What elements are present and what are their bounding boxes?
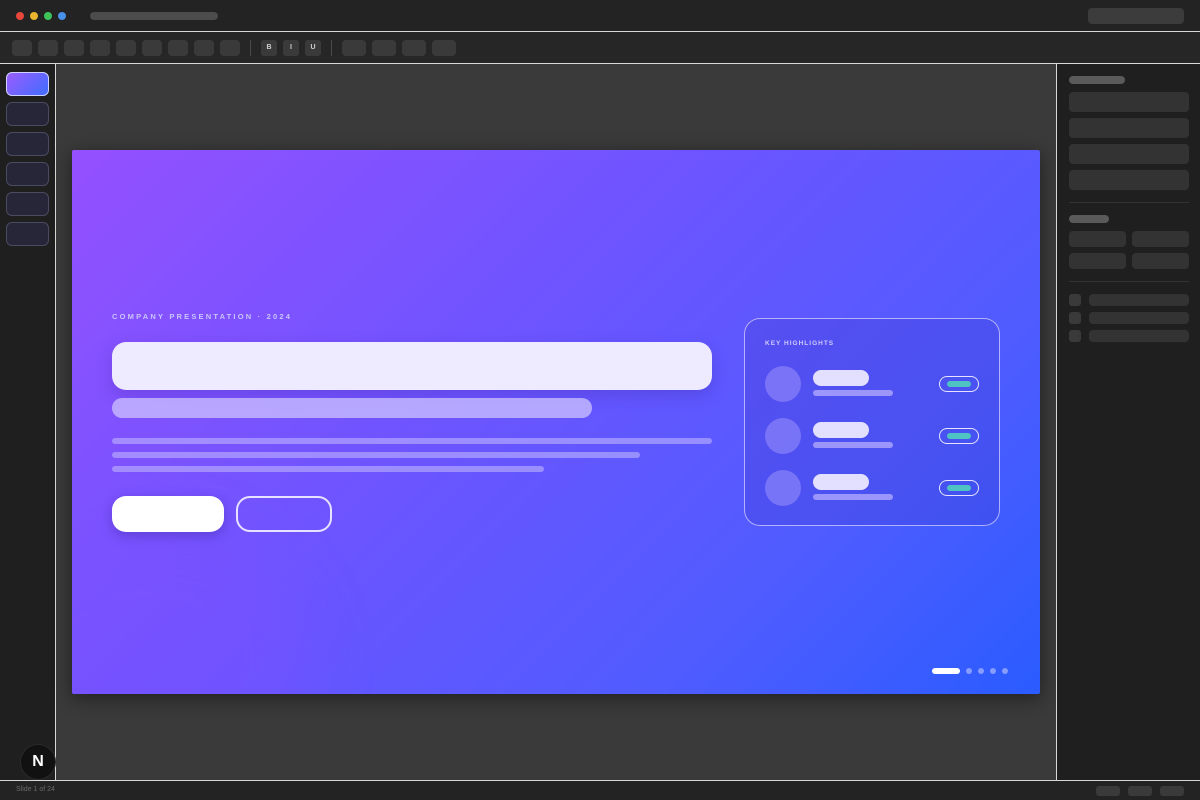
toolbar-button-9[interactable] (220, 40, 240, 56)
highlight-subtitle-placeholder (813, 442, 893, 448)
pagination-dot[interactable] (1002, 668, 1008, 674)
panel-field[interactable] (1069, 92, 1189, 112)
highlight-title-placeholder (813, 474, 869, 490)
panel-checkbox[interactable] (1069, 294, 1081, 306)
document-title-placeholder (90, 12, 218, 20)
window-extra-button[interactable] (58, 12, 66, 20)
highlight-icon (765, 418, 801, 454)
highlight-title-placeholder (813, 422, 869, 438)
title-bar (0, 0, 1200, 32)
panel-checkbox[interactable] (1069, 312, 1081, 324)
panel-field-half[interactable] (1132, 231, 1189, 247)
highlight-icon (765, 470, 801, 506)
highlight-title-placeholder (813, 370, 869, 386)
highlight-subtitle-placeholder (813, 494, 893, 500)
panel-checkbox[interactable] (1069, 330, 1081, 342)
highlight-item[interactable] (765, 366, 979, 402)
slide-thumbnail-1[interactable] (6, 72, 49, 96)
highlight-status-badge (939, 428, 979, 444)
secondary-cta-button[interactable] (236, 496, 332, 532)
panel-divider (1069, 202, 1189, 203)
pagination-dot[interactable] (966, 668, 972, 674)
toolbar-button-11[interactable] (372, 40, 396, 56)
properties-panel (1056, 64, 1200, 780)
slide-thumbnail-sidebar (0, 64, 56, 780)
slide-canvas[interactable]: COMPANY PRESENTATION · 2024 KEY HIGHLIGH… (72, 150, 1040, 694)
panel-option-row[interactable] (1089, 312, 1189, 324)
panel-field[interactable] (1069, 118, 1189, 138)
highlight-item[interactable] (765, 418, 979, 454)
n-logo-icon[interactable]: N (20, 744, 56, 780)
toolbar-divider (331, 40, 332, 56)
highlight-subtitle-placeholder (813, 390, 893, 396)
toolbar-button-12[interactable] (402, 40, 426, 56)
body-text-line (112, 438, 712, 444)
status-button-1[interactable] (1096, 786, 1120, 796)
panel-field[interactable] (1069, 144, 1189, 164)
toolbar-button-8[interactable] (194, 40, 214, 56)
toolbar-button-7[interactable] (168, 40, 188, 56)
primary-cta-button[interactable] (112, 496, 224, 532)
body-text-line (112, 452, 640, 458)
status-button-2[interactable] (1128, 786, 1152, 796)
slide-thumbnail-2[interactable] (6, 102, 49, 126)
highlight-status-badge (939, 376, 979, 392)
highlight-icon (765, 366, 801, 402)
status-button-3[interactable] (1160, 786, 1184, 796)
italic-button[interactable]: I (283, 40, 299, 56)
minimize-window-button[interactable] (30, 12, 38, 20)
bold-button[interactable]: B (261, 40, 277, 56)
toolbar-button-10[interactable] (342, 40, 366, 56)
panel-option-row[interactable] (1089, 330, 1189, 342)
pagination-dot-active[interactable] (932, 668, 960, 674)
slide-thumbnail-6[interactable] (6, 222, 49, 246)
underline-button[interactable]: U (305, 40, 321, 56)
panel-field-half[interactable] (1069, 253, 1126, 269)
pagination-dot[interactable] (990, 668, 996, 674)
slide-subtitle-placeholder[interactable] (112, 398, 592, 418)
close-window-button[interactable] (16, 12, 24, 20)
highlight-item[interactable] (765, 470, 979, 506)
panel-section-label (1069, 215, 1109, 223)
slide-thumbnail-4[interactable] (6, 162, 49, 186)
toolbar-button-13[interactable] (432, 40, 456, 56)
maximize-window-button[interactable] (44, 12, 52, 20)
toolbar-button-1[interactable] (12, 40, 32, 56)
toolbar-divider (250, 40, 251, 56)
key-highlights-title: KEY HIGHLIGHTS (765, 340, 835, 347)
share-button-placeholder[interactable] (1088, 8, 1184, 24)
panel-field[interactable] (1069, 170, 1189, 190)
body-text-line (112, 466, 544, 472)
panel-divider (1069, 281, 1189, 282)
status-bar: Slide 1 of 24 (0, 780, 1200, 800)
panel-field-half[interactable] (1069, 231, 1126, 247)
pagination-dot[interactable] (978, 668, 984, 674)
toolbar-button-5[interactable] (116, 40, 136, 56)
panel-field-half[interactable] (1132, 253, 1189, 269)
key-highlights-card: KEY HIGHLIGHTS (744, 318, 1000, 526)
toolbar-button-2[interactable] (38, 40, 58, 56)
toolbar-button-6[interactable] (142, 40, 162, 56)
slide-title-placeholder[interactable] (112, 342, 712, 390)
toolbar-button-3[interactable] (64, 40, 84, 56)
panel-section-label (1069, 76, 1125, 84)
highlight-status-badge (939, 480, 979, 496)
slide-eyebrow-text: COMPANY PRESENTATION · 2024 (112, 312, 293, 321)
panel-option-row[interactable] (1089, 294, 1189, 306)
slide-thumbnail-5[interactable] (6, 192, 49, 216)
toolbar-button-4[interactable] (90, 40, 110, 56)
slide-counter: Slide 1 of 24 (16, 786, 55, 793)
toolbar: B I U (0, 32, 1200, 64)
slide-thumbnail-3[interactable] (6, 132, 49, 156)
